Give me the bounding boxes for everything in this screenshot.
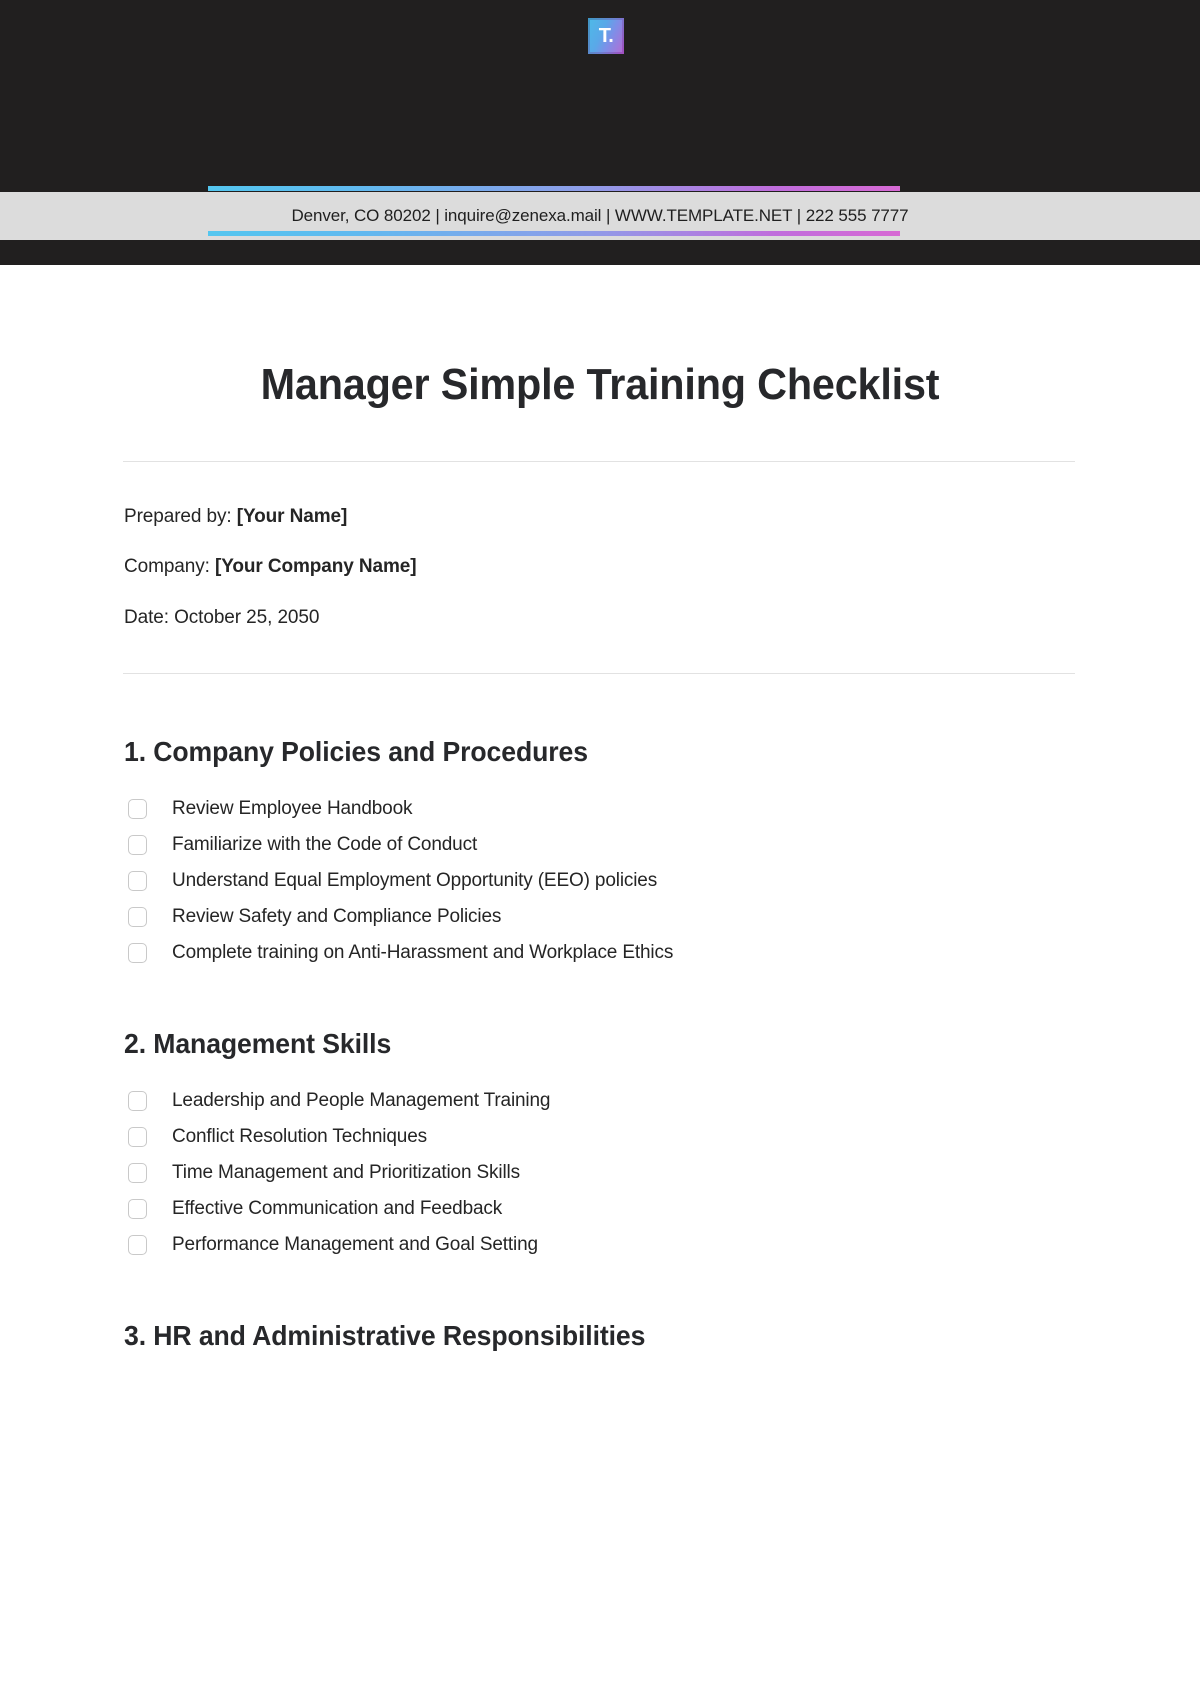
checklist-item-label: Conflict Resolution Techniques [172, 1126, 427, 1148]
document-meta: Prepared by: [Your Name] Company: [Your … [124, 506, 1076, 630]
accent-rule-bottom [208, 231, 900, 236]
checkbox-icon[interactable] [128, 1127, 147, 1148]
company-line: Company: [Your Company Name] [124, 556, 1076, 579]
logo-glyph: T. [598, 25, 614, 47]
list-item[interactable]: Conflict Resolution Techniques [124, 1122, 1076, 1152]
list-item[interactable]: Familiarize with the Code of Conduct [124, 830, 1076, 860]
template-net-logo-icon: T. [588, 18, 624, 54]
checkbox-icon[interactable] [128, 871, 147, 892]
checklist-item-label: Time Management and Prioritization Skill… [172, 1162, 520, 1184]
list-item[interactable]: Review Safety and Compliance Policies [124, 902, 1076, 932]
checklist-item-label: Leadership and People Management Trainin… [172, 1090, 551, 1112]
checklist-item-label: Review Employee Handbook [172, 798, 413, 820]
checklist-item-label: Review Safety and Compliance Policies [172, 906, 502, 928]
prepared-by-label: Prepared by: [124, 505, 232, 527]
section-heading: 2. Management Skills [124, 1028, 392, 1060]
company-value: [Your Company Name] [214, 556, 417, 578]
list-item[interactable]: Complete training on Anti-Harassment and… [124, 938, 1076, 968]
checklist-item-label: Complete training on Anti-Harassment and… [172, 942, 674, 964]
list-item[interactable]: Understand Equal Employment Opportunity … [124, 866, 1076, 896]
divider-top [123, 460, 1075, 462]
checkbox-icon[interactable] [128, 835, 147, 856]
divider-bottom [123, 672, 1075, 674]
prepared-by-line: Prepared by: [Your Name] [124, 506, 1076, 529]
document-body: Manager Simple Training Checklist Prepar… [0, 265, 1200, 1378]
checkbox-icon[interactable] [128, 1235, 147, 1256]
checklist-section-2: 2. Management Skills Leadership and Peop… [124, 1028, 1076, 1260]
checklist: Leadership and People Management Trainin… [124, 1086, 1076, 1260]
checkbox-icon[interactable] [128, 1091, 147, 1112]
section-heading: 1. Company Policies and Procedures [124, 735, 588, 767]
list-item[interactable]: Leadership and People Management Trainin… [124, 1086, 1076, 1116]
section-heading: 3. HR and Administrative Responsibilitie… [124, 1320, 646, 1352]
checkbox-icon[interactable] [128, 907, 147, 928]
accent-rule-top [208, 186, 900, 191]
checkbox-icon[interactable] [128, 1199, 147, 1220]
list-item[interactable]: Review Employee Handbook [124, 794, 1076, 824]
checklist: Review Employee Handbook Familiarize wit… [124, 794, 1076, 968]
date-line: Date: October 25, 2050 [124, 607, 320, 629]
list-item[interactable]: Performance Management and Goal Setting [124, 1230, 1076, 1260]
checklist-section-1: 1. Company Policies and Procedures Revie… [124, 736, 1076, 968]
checklist-item-label: Understand Equal Employment Opportunity … [172, 870, 658, 892]
checkbox-icon[interactable] [128, 799, 147, 820]
contact-bar-text: Denver, CO 80202 | inquire@zenexa.mail |… [291, 206, 909, 225]
document-page: T. Denver, CO 80202 | inquire@zenexa.mai… [0, 0, 1200, 1696]
checkbox-icon[interactable] [128, 1163, 147, 1184]
checklist-item-label: Effective Communication and Feedback [172, 1198, 503, 1220]
list-item[interactable]: Effective Communication and Feedback [124, 1194, 1076, 1224]
company-label: Company: [124, 556, 210, 578]
checklist-item-label: Performance Management and Goal Setting [172, 1234, 538, 1256]
checklist-section-3: 3. HR and Administrative Responsibilitie… [124, 1320, 1076, 1352]
checklist-item-label: Familiarize with the Code of Conduct [172, 834, 478, 856]
list-item[interactable]: Time Management and Prioritization Skill… [124, 1158, 1076, 1188]
prepared-by-value: [Your Name] [236, 505, 348, 527]
page-title: Manager Simple Training Checklist [260, 360, 940, 409]
checkbox-icon[interactable] [128, 943, 147, 964]
